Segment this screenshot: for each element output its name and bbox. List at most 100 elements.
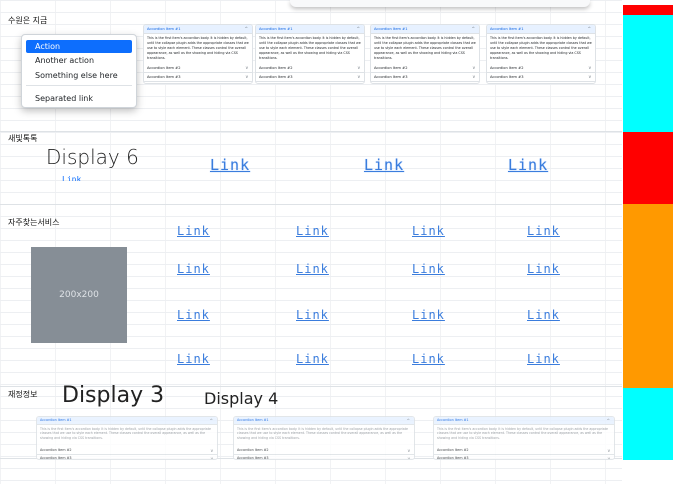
accordion-header-2[interactable]: Accordion Item #2 v <box>371 64 479 73</box>
accordion-header-2[interactable]: Accordion Item #2 v <box>487 64 595 73</box>
link[interactable]: Link <box>177 352 210 366</box>
accordion-body: This is the first item's accordion body.… <box>237 427 408 440</box>
chevron-down-icon: v <box>407 456 410 460</box>
accordion-header-1[interactable]: Accordion Item #1 ^ <box>371 25 479 34</box>
link[interactable]: Link <box>527 308 560 322</box>
link[interactable]: Link <box>412 262 445 276</box>
link[interactable]: Link <box>527 262 560 276</box>
link[interactable]: Link <box>296 262 329 276</box>
accordion-body: This is the first item's accordion body.… <box>259 36 361 60</box>
accordion-header-label: Accordion Item #3 <box>490 75 524 79</box>
chevron-up-icon: ^ <box>356 26 360 31</box>
accordion-header-3[interactable]: Accordion Item #3 v <box>434 455 614 460</box>
link[interactable]: Link <box>296 224 329 238</box>
accordion-header-label: Accordion Item #1 <box>40 418 72 422</box>
chevron-up-icon: ^ <box>244 26 248 31</box>
accordion-header-label: Accordion Item #1 <box>437 418 469 422</box>
accordion-header-label: Accordion Item #2 <box>259 66 293 70</box>
accordion: Accordion Item #1 ^ This is the first ite… <box>255 24 365 84</box>
accordion-header-1[interactable]: Accordion Item #1 ^ <box>144 25 252 34</box>
accordion-header-3[interactable]: Accordion Item #3 v <box>37 455 217 460</box>
top-floating-bar <box>290 0 590 7</box>
accordion-header-label: Accordion Item #3 <box>437 456 469 460</box>
chevron-down-icon: v <box>407 448 410 453</box>
chevron-down-icon: v <box>245 65 248 70</box>
link[interactable]: Link <box>412 308 445 322</box>
accordion-header-label: Accordion Item #2 <box>40 448 72 452</box>
accordion-header-2[interactable]: Accordion Item #2 v <box>144 64 252 73</box>
section-label-talk: 새빛톡톡 <box>8 134 38 143</box>
accordion-header-1[interactable]: Accordion Item #1 ^ <box>434 417 614 425</box>
accordion-header-1[interactable]: Accordion Item #1 ^ <box>234 417 414 425</box>
link[interactable]: Link <box>412 352 445 366</box>
section-label-finance: 재정정보 <box>8 390 38 399</box>
link[interactable]: Link <box>296 352 329 366</box>
accordion: Accordion Item #1 ^ This is the first ite… <box>143 24 253 84</box>
accordion-header-1[interactable]: Accordion Item #1 ^ <box>487 25 595 34</box>
accordion-header-label: Accordion Item #3 <box>147 75 181 79</box>
color-strip-cyan-1 <box>623 15 673 132</box>
link[interactable]: Link <box>296 308 329 322</box>
accordion-header-label: Accordion Item #1 <box>147 27 181 31</box>
accordion-header-2[interactable]: Accordion Item #2 v <box>37 447 217 455</box>
accordion-header-1[interactable]: Accordion Item #1 ^ <box>37 417 217 425</box>
dropdown-menu: Action Another action Something else her… <box>21 34 137 108</box>
link[interactable]: Link <box>177 262 210 276</box>
accordion-header-3[interactable]: Accordion Item #3 v <box>144 73 252 82</box>
accordion-body: This is the first item's accordion body.… <box>490 36 592 60</box>
link[interactable]: Link <box>527 224 560 238</box>
link[interactable]: Link <box>62 173 81 181</box>
accordion-header-label: Accordion Item #3 <box>40 456 72 460</box>
image-placeholder: 200x200 <box>31 247 127 343</box>
accordion-header-2[interactable]: Accordion Item #2 v <box>256 64 364 73</box>
chevron-down-icon: v <box>357 74 360 79</box>
color-strip-red-2 <box>623 132 673 204</box>
chevron-up-icon: ^ <box>406 418 410 423</box>
link[interactable]: Link <box>527 352 560 366</box>
link[interactable]: Link <box>177 308 210 322</box>
accordion-header-label: Accordion Item #1 <box>374 27 408 31</box>
chevron-down-icon: v <box>245 74 248 79</box>
accordion-header-3[interactable]: Accordion Item #3 v <box>371 73 479 82</box>
color-strip-red-top <box>623 5 673 15</box>
accordion-header-label: Accordion Item #2 <box>374 66 408 70</box>
dropdown-item-action[interactable]: Action <box>26 40 132 53</box>
accordion-body: This is the first item's accordion body.… <box>40 427 211 440</box>
accordion-header-label: Accordion Item #3 <box>259 75 293 79</box>
accordion-header-3[interactable]: Accordion Item #3 v <box>256 73 364 82</box>
chevron-down-icon: v <box>357 65 360 70</box>
link[interactable]: Link <box>412 224 445 238</box>
link[interactable]: Link <box>508 156 548 174</box>
accordion-header-2[interactable]: Accordion Item #2 v <box>434 447 614 455</box>
accordion-header-2[interactable]: Accordion Item #2 v <box>234 447 414 455</box>
chevron-down-icon: v <box>588 65 591 70</box>
dropdown-separator <box>26 85 132 86</box>
accordion-header-label: Accordion Item #1 <box>259 27 293 31</box>
link[interactable]: Link <box>364 156 404 174</box>
accordion-header-1[interactable]: Accordion Item #1 ^ <box>256 25 364 34</box>
section-divider <box>0 204 622 205</box>
chevron-up-icon: ^ <box>471 26 475 31</box>
section-label-services: 자주찾는서비스 <box>8 218 60 227</box>
accordion-body: This is the first item's accordion body.… <box>437 427 608 440</box>
accordion-header-3[interactable]: Accordion Item #3 v <box>487 73 595 82</box>
chevron-down-icon: v <box>472 74 475 79</box>
accordion: Accordion Item #1 ^ This is the first ite… <box>433 416 615 460</box>
color-strip-cyan-2 <box>623 388 673 460</box>
chevron-up-icon: ^ <box>606 418 610 423</box>
chevron-up-icon: ^ <box>209 418 213 423</box>
dropdown-item-another-action[interactable]: Another action <box>26 54 132 67</box>
accordion-header-label: Accordion Item #2 <box>437 448 469 452</box>
display-3-heading: Display 3 <box>62 383 165 408</box>
accordion-header-3[interactable]: Accordion Item #3 v <box>234 455 414 460</box>
accordion: Accordion Item #1 ^ This is the first ite… <box>370 24 480 84</box>
link[interactable]: Link <box>210 156 250 174</box>
color-strip-orange <box>623 204 673 388</box>
dropdown-item-something-else[interactable]: Something else here <box>26 69 132 82</box>
chevron-down-icon: v <box>607 448 610 453</box>
chevron-down-icon: v <box>210 456 213 460</box>
dropdown-item-separated-link[interactable]: Separated link <box>26 92 132 105</box>
accordion-header-label: Accordion Item #3 <box>374 75 408 79</box>
link[interactable]: Link <box>177 224 210 238</box>
chevron-down-icon: v <box>210 448 213 453</box>
